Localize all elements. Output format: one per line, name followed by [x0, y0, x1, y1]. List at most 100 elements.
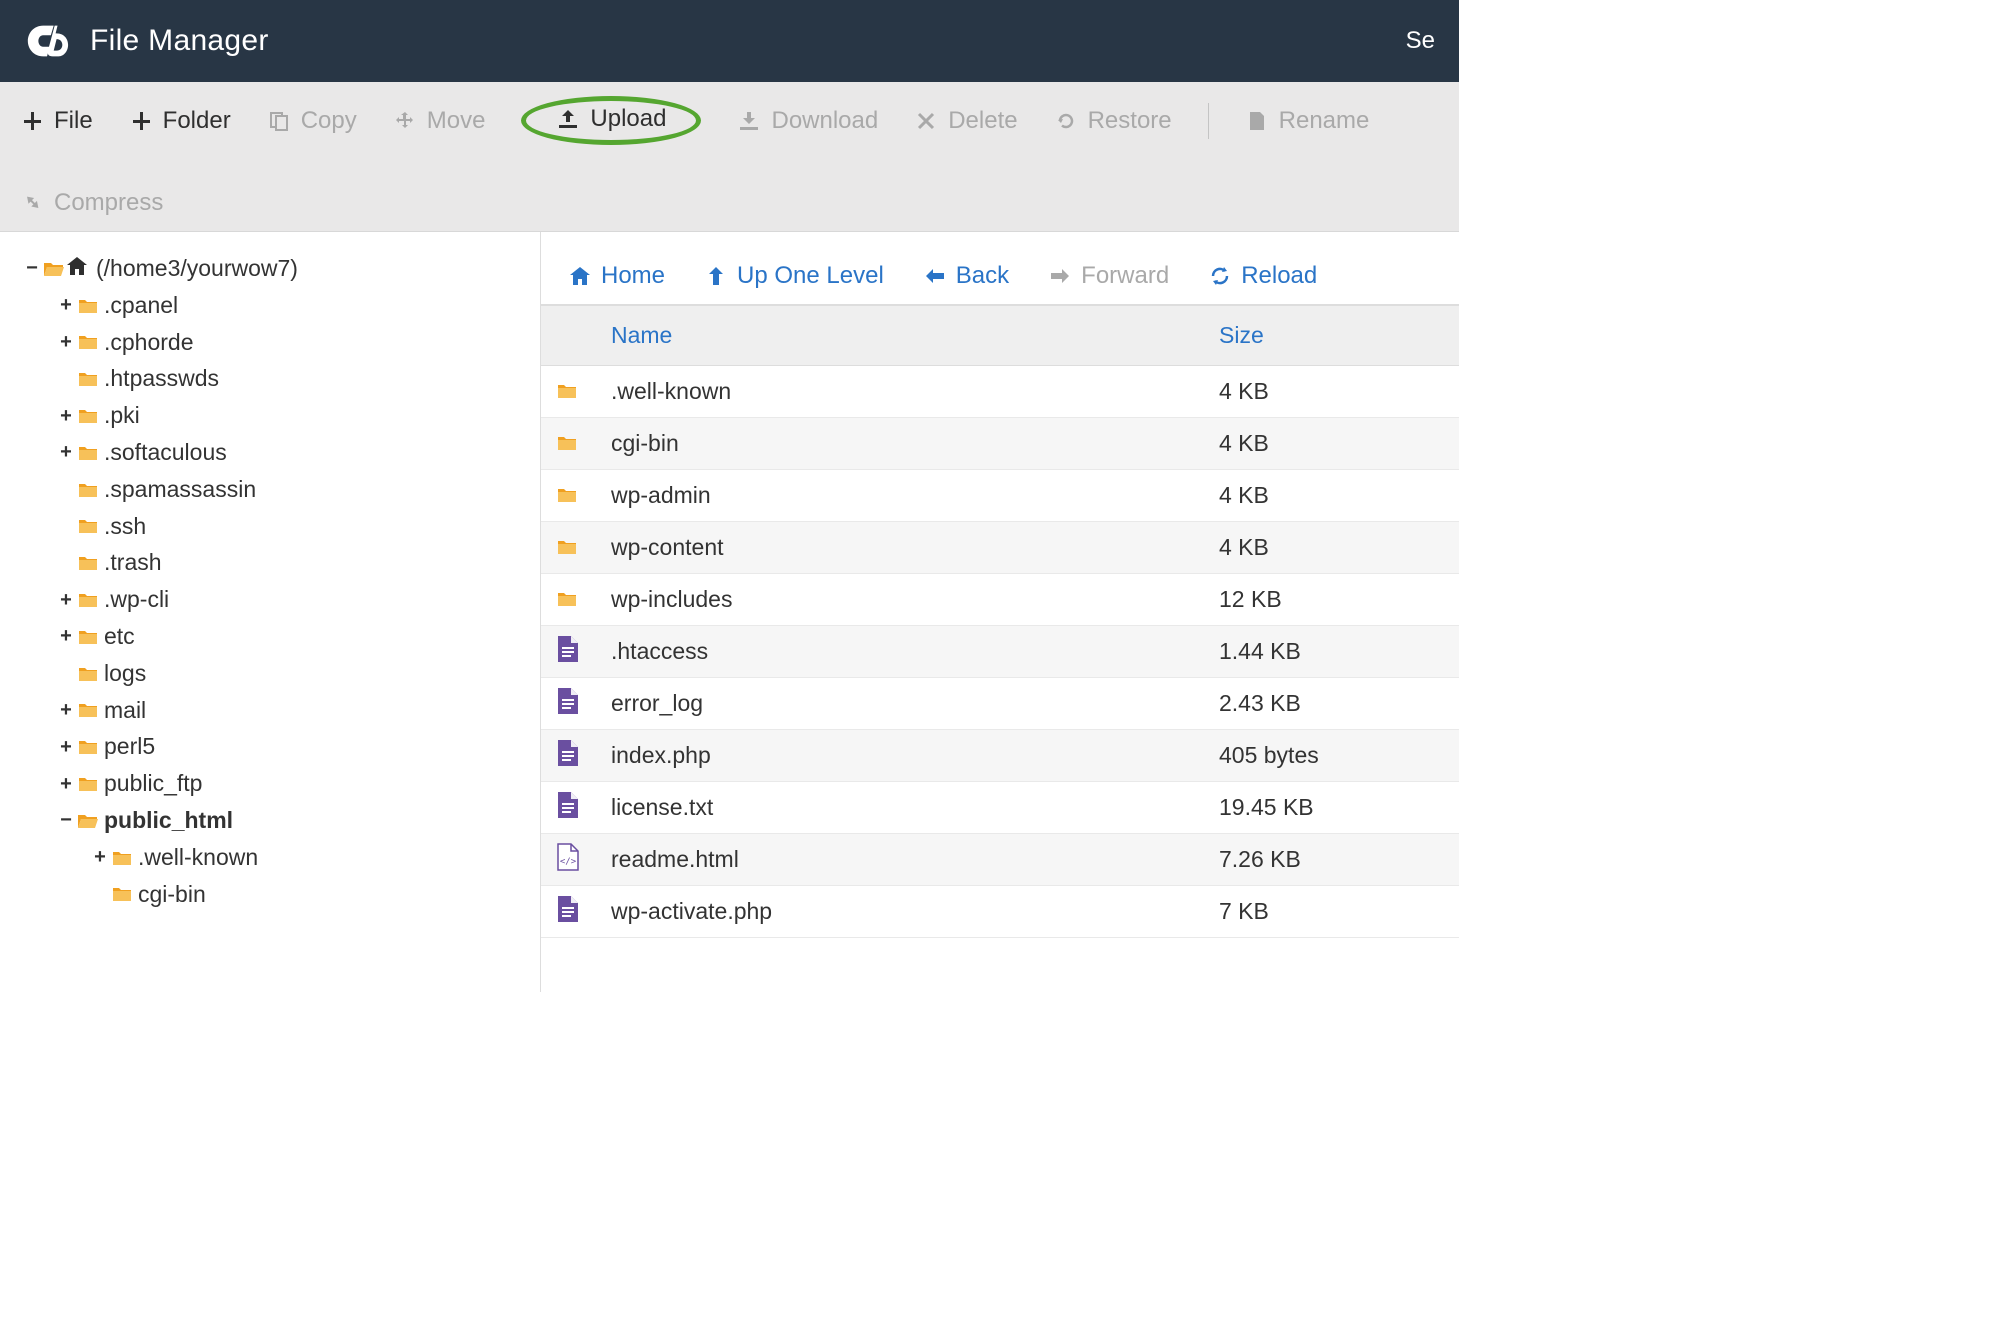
table-row[interactable]: cgi-bin4 KB — [541, 418, 1459, 470]
folder-icon — [78, 298, 96, 313]
tree-toggle-collapse[interactable]: − — [58, 804, 74, 836]
tree-root-row[interactable]: − (/home3/yourwow7) — [24, 250, 530, 287]
tree-item[interactable]: +mail — [58, 692, 530, 729]
row-name: .htaccess — [601, 638, 1219, 665]
nav-up-button[interactable]: Up One Level — [705, 262, 884, 290]
tree-toggle[interactable]: + — [58, 289, 74, 321]
column-header-name[interactable]: Name — [601, 322, 1219, 349]
cpanel-logo-icon — [24, 18, 70, 64]
row-name: index.php — [601, 742, 1219, 769]
upload-button[interactable]: Upload — [556, 105, 666, 133]
tree-item[interactable]: + .cpanel — [58, 287, 530, 324]
table-row[interactable]: wp-activate.php7 KB — [541, 886, 1459, 938]
tree-toggle-collapse[interactable]: − — [24, 252, 40, 284]
tree-item-label: .htpasswds — [104, 360, 219, 397]
app-header: File Manager Se — [0, 0, 1459, 82]
tree-toggle[interactable]: + — [58, 768, 74, 800]
table-row[interactable]: wp-admin4 KB — [541, 470, 1459, 522]
folder-icon — [78, 334, 96, 349]
row-size: 7 KB — [1219, 898, 1459, 925]
column-header-size[interactable]: Size — [1219, 322, 1459, 349]
table-row[interactable]: license.txt19.45 KB — [541, 782, 1459, 834]
folder-open-icon — [78, 813, 96, 828]
table-row[interactable]: wp-content4 KB — [541, 522, 1459, 574]
arrow-up-icon — [705, 266, 727, 286]
row-size: 12 KB — [1219, 586, 1459, 613]
tree-toggle[interactable]: + — [58, 731, 74, 763]
compress-button[interactable]: Compress — [20, 189, 163, 217]
tree-item-label: etc — [104, 618, 135, 655]
folder-icon — [112, 850, 130, 865]
tree-item[interactable]: + etc — [58, 618, 530, 655]
home-icon — [569, 266, 591, 286]
tree-toggle[interactable]: + — [92, 841, 108, 873]
nav-forward-button[interactable]: Forward — [1049, 262, 1169, 290]
tree-item[interactable]: + .cphorde — [58, 324, 530, 361]
toolbar-label: Download — [771, 107, 878, 135]
folder-icon — [78, 482, 96, 497]
plus-icon — [20, 112, 44, 130]
move-button[interactable]: Move — [393, 96, 486, 145]
table-row[interactable]: error_log2.43 KB — [541, 678, 1459, 730]
row-name: wp-activate.php — [601, 898, 1219, 925]
tree-toggle: + — [58, 363, 74, 395]
file-icon — [557, 635, 579, 663]
copy-button[interactable]: Copy — [267, 96, 357, 145]
tree-item[interactable]: +.ssh — [58, 508, 530, 545]
tree-item-label: .wp-cli — [104, 581, 169, 618]
tree-item-public-html[interactable]: −public_html — [58, 802, 530, 839]
tree-item[interactable]: + .softaculous — [58, 434, 530, 471]
nav-reload-button[interactable]: Reload — [1209, 262, 1317, 290]
nav-back-button[interactable]: Back — [924, 262, 1009, 290]
tree-item[interactable]: +logs — [58, 655, 530, 692]
table-row[interactable]: index.php405 bytes — [541, 730, 1459, 782]
tree-toggle[interactable]: + — [58, 694, 74, 726]
tree-item-label: .cpanel — [104, 287, 178, 324]
tree-item-label: perl5 — [104, 728, 155, 765]
table-row[interactable]: .htaccess1.44 KB — [541, 626, 1459, 678]
folder-icon — [112, 886, 130, 901]
tree-item[interactable]: +public_ftp — [58, 765, 530, 802]
tree-item[interactable]: + .htpasswds — [58, 360, 530, 397]
tree-item[interactable]: +.spamassassin — [58, 471, 530, 508]
rename-icon — [1245, 110, 1269, 132]
upload-icon — [556, 109, 580, 129]
tree-item-label: .trash — [104, 544, 162, 581]
download-button[interactable]: Download — [737, 96, 878, 145]
tree-item[interactable]: + perl5 — [58, 728, 530, 765]
tree-item-label: cgi-bin — [138, 876, 206, 913]
folder-icon — [78, 371, 96, 386]
file-icon — [557, 895, 579, 923]
tree-toggle[interactable]: + — [58, 400, 74, 432]
restore-button[interactable]: Restore — [1054, 96, 1172, 145]
rename-button[interactable]: Rename — [1245, 96, 1370, 145]
main-area: − (/home3/yourwow7) + .cpanel + .cphorde + .h… — [0, 232, 1459, 992]
tree-item[interactable]: +.trash — [58, 544, 530, 581]
toolbar-label: File — [54, 107, 93, 135]
table-row[interactable]: </>readme.html7.26 KB — [541, 834, 1459, 886]
tree-item-label: .ssh — [104, 508, 146, 545]
row-size: 7.26 KB — [1219, 846, 1459, 873]
row-name: license.txt — [601, 794, 1219, 821]
tree-item-label: .cphorde — [104, 324, 194, 361]
table-row[interactable]: wp-includes12 KB — [541, 574, 1459, 626]
tree-toggle[interactable]: + — [58, 620, 74, 652]
new-folder-button[interactable]: Folder — [129, 96, 231, 145]
nav-home-button[interactable]: Home — [569, 262, 665, 290]
toolbar-label: Folder — [163, 107, 231, 135]
tree-item[interactable]: + .wp-cli — [58, 581, 530, 618]
tree-toggle[interactable]: + — [58, 436, 74, 468]
delete-button[interactable]: Delete — [914, 96, 1017, 145]
tree-item[interactable]: +cgi-bin — [92, 876, 530, 913]
tree-toggle[interactable]: + — [58, 326, 74, 358]
tree-item[interactable]: +.well-known — [92, 839, 530, 876]
svg-text:</>: </> — [560, 857, 577, 867]
folder-icon — [78, 739, 96, 754]
plus-icon — [129, 112, 153, 130]
table-row[interactable]: .well-known4 KB — [541, 366, 1459, 418]
tree-toggle[interactable]: + — [58, 584, 74, 616]
tree-item-label: .softaculous — [104, 434, 227, 471]
tree-item[interactable]: +.pki — [58, 397, 530, 434]
app-title: File Manager — [90, 24, 269, 58]
new-file-button[interactable]: File — [20, 96, 93, 145]
